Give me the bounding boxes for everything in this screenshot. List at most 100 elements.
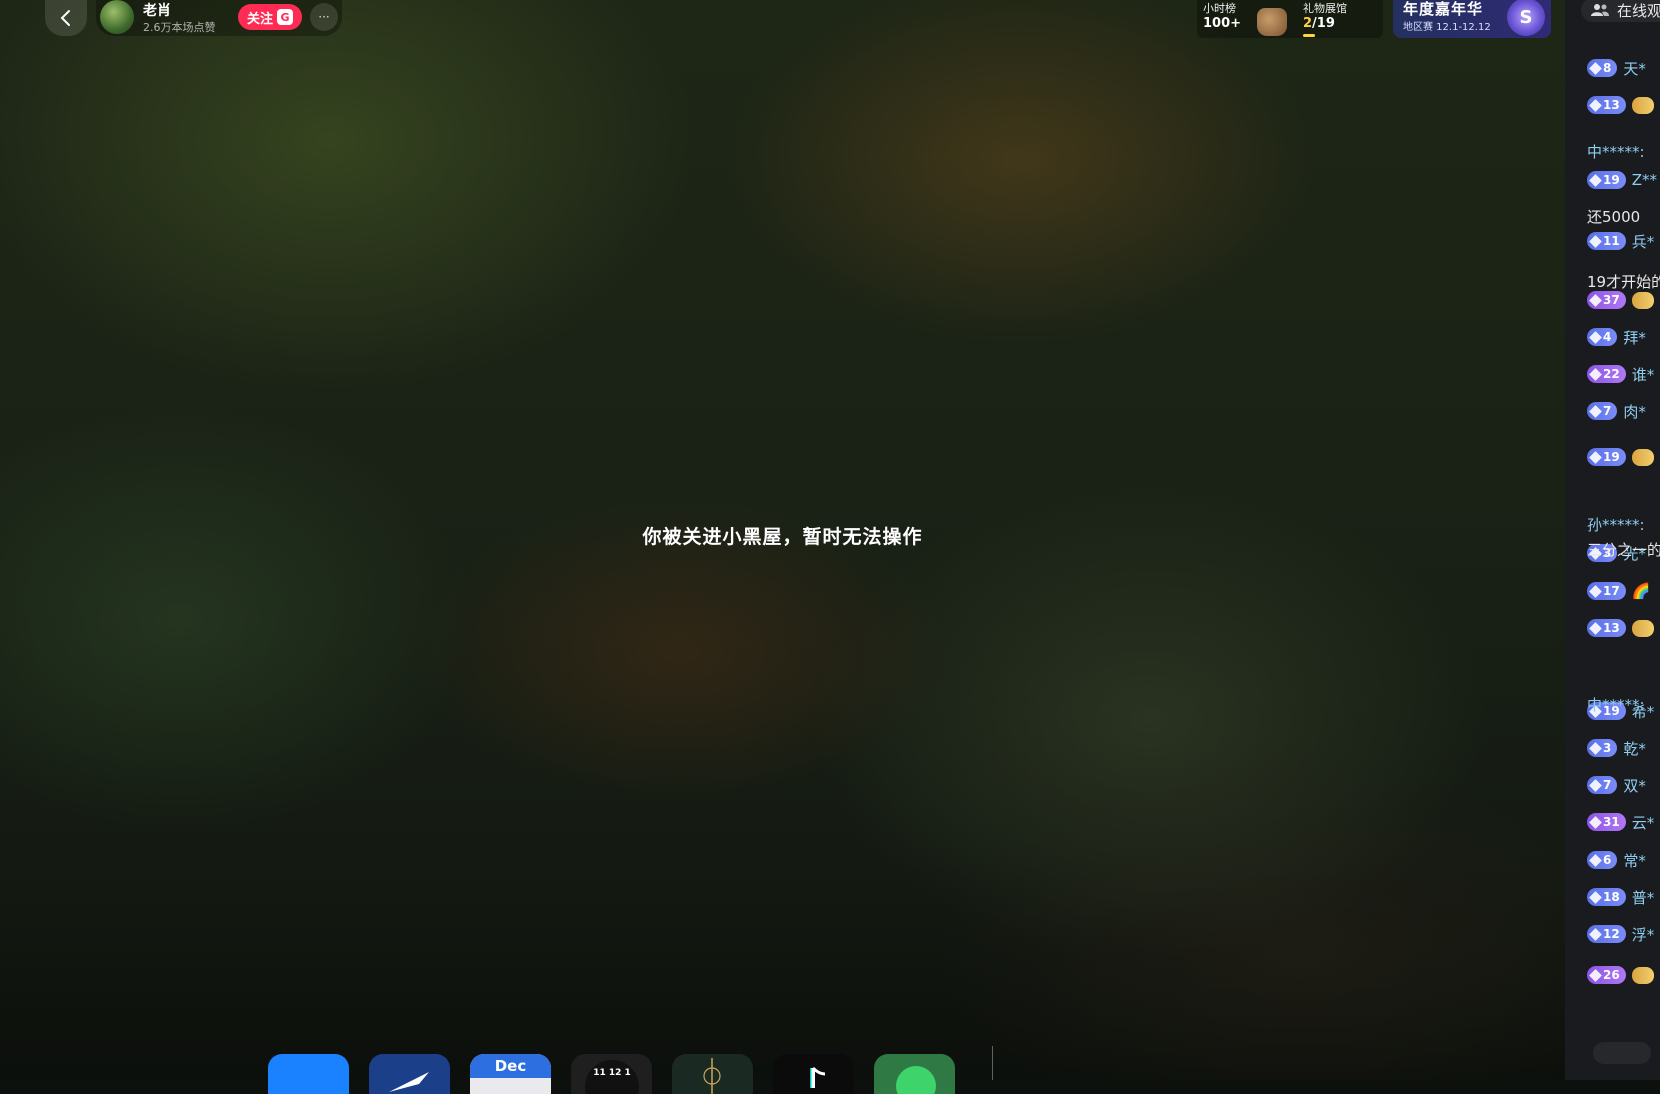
chat-username[interactable]: Z** <box>1632 171 1657 189</box>
user-level-badge[interactable]: 19 <box>1587 171 1626 189</box>
chat-row[interactable]: 4 拜* <box>1587 326 1646 348</box>
chat-username[interactable]: 乾* <box>1623 738 1646 759</box>
diamond-icon <box>1589 173 1602 187</box>
rocket-app-icon[interactable] <box>369 1054 450 1094</box>
chat-username[interactable]: 云* <box>1632 812 1655 833</box>
users-icon <box>1591 4 1609 16</box>
calendar-month: Dec <box>470 1054 551 1078</box>
chat-row[interactable]: 6 常* <box>1587 849 1646 871</box>
user-level-badge[interactable]: 26 <box>1587 966 1626 984</box>
chat-username[interactable]: 🌈 <box>1632 582 1651 600</box>
chat-username[interactable]: 双* <box>1623 775 1646 796</box>
user-level-badge[interactable]: 22 <box>1587 365 1626 383</box>
user-level-badge[interactable]: 18 <box>1587 888 1626 906</box>
chat-row[interactable]: 13 <box>1587 94 1654 116</box>
chat-row[interactable]: 3 乾* <box>1587 737 1646 759</box>
user-level-badge[interactable]: 7 <box>1587 776 1618 794</box>
chat-row[interactable]: 8 天* <box>1587 57 1646 79</box>
chat-scroll-pill[interactable] <box>1593 1042 1651 1064</box>
diamond-icon <box>1589 450 1602 464</box>
avatar[interactable] <box>100 0 134 34</box>
user-level-badge[interactable]: 12 <box>1587 925 1626 943</box>
anchor-name: 老肖 <box>143 3 171 19</box>
chat-username[interactable]: 肉* <box>1623 401 1646 422</box>
chat-row[interactable]: 22 谁* <box>1587 363 1654 385</box>
user-level-badge[interactable]: 17 <box>1587 582 1626 600</box>
chat-row[interactable]: 13 <box>1587 617 1654 639</box>
chat-row[interactable]: 19 <box>1587 446 1654 468</box>
chat-username[interactable]: 浮* <box>1632 924 1655 945</box>
user-level-number: 22 <box>1603 367 1620 381</box>
gift-gallery-value: 2/19 <box>1303 16 1335 31</box>
follow-label: 关注 <box>246 11 273 27</box>
chat-username[interactable]: 常* <box>1623 850 1646 871</box>
chat-row[interactable]: 18 普* <box>1587 886 1654 908</box>
diamond-icon <box>1589 330 1602 344</box>
online-viewers-button[interactable]: 在线观 <box>1581 0 1660 22</box>
user-level-number: 6 <box>1603 853 1612 867</box>
game-emblem-icon <box>703 1058 721 1094</box>
user-level-badge[interactable]: 19 <box>1587 448 1626 466</box>
clock-app-icon[interactable]: 11 12 1 <box>571 1054 652 1094</box>
gift-gallery[interactable]: 礼物展馆 <box>1303 0 1347 16</box>
chat-bubble-icon <box>896 1066 936 1094</box>
chat-row[interactable]: 12 浮* <box>1587 923 1654 945</box>
chat-row[interactable]: 19 Z** <box>1587 169 1657 191</box>
fan-club-badge-icon <box>1631 96 1654 114</box>
chat-row[interactable]: 11 兵* <box>1587 230 1654 252</box>
chat-row[interactable]: 7 肉* <box>1587 400 1646 422</box>
event-medal-icon: S <box>1507 0 1545 36</box>
chat-panel[interactable]: 在线观 8 天* 13 19 Z** 11 兵* 37 4 拜* 22 谁* 7 肉* 19 3 光* 17 🌈 13… <box>1565 0 1660 1080</box>
follow-button[interactable]: 关注 G <box>238 4 302 30</box>
user-level-number: 12 <box>1603 927 1620 941</box>
chat-username[interactable]: 谁* <box>1632 364 1655 385</box>
user-level-number: 4 <box>1603 330 1612 344</box>
chat-username[interactable]: 兵* <box>1632 231 1655 252</box>
gift-current: 2 <box>1303 16 1313 31</box>
live-video-area[interactable]: 你被关进小黑屋，暂时无法操作 <box>0 0 1565 1080</box>
chat-message: 还5000 <box>1587 208 1641 226</box>
finder-app-icon[interactable] <box>268 1054 349 1094</box>
diamond-icon <box>1589 98 1602 112</box>
user-level-number: 17 <box>1603 584 1620 598</box>
user-level-badge[interactable]: 31 <box>1587 813 1626 831</box>
chat-username[interactable]: 天* <box>1623 58 1646 79</box>
user-level-badge[interactable]: 7 <box>1587 402 1618 420</box>
user-level-badge[interactable]: 6 <box>1587 851 1618 869</box>
game-app-icon[interactable] <box>672 1054 753 1094</box>
messages-app-icon[interactable] <box>874 1054 955 1094</box>
chat-username[interactable]: 孙*****: <box>1587 514 1645 535</box>
user-level-badge[interactable]: 37 <box>1587 291 1626 309</box>
user-level-badge[interactable]: 11 <box>1587 232 1626 250</box>
anchor-likes: 2.6万本场点赞 <box>143 21 216 34</box>
user-level-badge[interactable]: 13 <box>1587 619 1626 637</box>
chat-row[interactable]: 37 <box>1587 289 1654 311</box>
chat-row[interactable]: 17 🌈 <box>1587 580 1650 602</box>
clock-numbers: 11 12 1 <box>593 1068 631 1078</box>
chat-username[interactable]: 普* <box>1632 887 1655 908</box>
fan-club-badge-icon <box>1631 966 1654 984</box>
chat-row[interactable]: 31 云* <box>1587 811 1654 833</box>
user-level-number: 7 <box>1603 778 1612 792</box>
user-level-badge[interactable]: 4 <box>1587 328 1618 346</box>
chat-row[interactable]: 7 双* <box>1587 774 1646 796</box>
user-level-badge[interactable]: 3 <box>1587 739 1618 757</box>
chat-row[interactable]: 26 <box>1587 964 1654 986</box>
tiktok-app-icon[interactable] <box>773 1054 854 1094</box>
event-banner[interactable]: 年度嘉年华 地区赛 12.1-12.12 S <box>1393 0 1551 38</box>
fan-badge-icon: G <box>277 9 293 25</box>
chat-message: 19才开始的 <box>1587 273 1660 291</box>
chat-username[interactable]: 中*****: <box>1587 141 1645 162</box>
chat-username[interactable]: 拜* <box>1623 327 1646 348</box>
clock-face: 11 12 1 <box>585 1060 639 1094</box>
user-level-badge[interactable]: 8 <box>1587 59 1618 77</box>
fan-club-badge-icon <box>1631 448 1654 466</box>
user-level-number: 18 <box>1603 890 1620 904</box>
calendar-app-icon[interactable]: Dec <box>470 1054 551 1094</box>
chat-username[interactable]: 中*****: <box>1587 694 1645 715</box>
more-button[interactable]: ··· <box>310 3 338 31</box>
hourly-rank[interactable]: 小时榜 <box>1203 0 1236 16</box>
user-level-badge[interactable]: 13 <box>1587 96 1626 114</box>
anchor-info[interactable]: 老肖 2.6万本场点赞 关注 G ··· <box>96 0 342 36</box>
back-button[interactable] <box>45 0 87 36</box>
